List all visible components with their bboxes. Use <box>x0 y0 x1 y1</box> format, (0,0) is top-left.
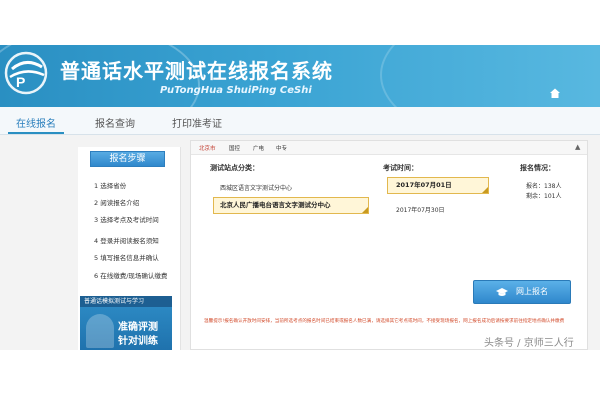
step-item[interactable]: 6 在线缴费/现场确认缴费 <box>94 270 167 280</box>
status-header: 报名情况： <box>520 164 555 172</box>
svg-text:P: P <box>16 74 25 90</box>
date-option-selected[interactable]: 2017年07月01日 <box>387 177 489 194</box>
online-signup-label: 网上报名 <box>516 287 548 296</box>
steps-title-button[interactable]: 报名步骤 <box>90 151 165 167</box>
ad-banner-line: 针对训练 <box>118 336 158 347</box>
step-item[interactable]: 1 选择省份 <box>94 180 126 190</box>
dates-header: 考试时间： <box>383 164 418 172</box>
watermark-text: 头条号 / 京师三人行 <box>484 338 574 349</box>
tab-signup-query[interactable]: 报名查询 <box>95 115 135 130</box>
date-option[interactable]: 2017年07月30日 <box>396 205 445 214</box>
center-option-label: 北京人民广播电台语言文字测试分中心 <box>220 201 331 209</box>
tab-print-ticket[interactable]: 打印准考证 <box>172 115 222 130</box>
page: P 普通话水平测试在线报名系统 PuTongHua ShuiPing CeShi… <box>0 0 600 400</box>
header-decoration <box>380 45 600 107</box>
step-item[interactable]: 4 登录并阅读报名须知 <box>94 235 159 245</box>
city-tab[interactable]: 广电 <box>253 144 264 152</box>
online-signup-button[interactable]: 网上报名 <box>473 280 571 304</box>
site-header: P 普通话水平测试在线报名系统 PuTongHua ShuiPing CeShi <box>0 45 600 107</box>
city-tab[interactable]: 中专 <box>276 144 287 152</box>
step-item[interactable]: 3 选择考点及考试时间 <box>94 214 159 224</box>
center-option[interactable]: 西城区语言文字测试分中心 <box>220 183 292 192</box>
active-tab-indicator <box>8 132 64 134</box>
center-option-selected[interactable]: 北京人民广播电台语言文字测试分中心 <box>213 197 369 214</box>
ad-banner[interactable]: 普通话模拟测试与学习 准确评测 针对训练 <box>80 296 172 350</box>
site-title: 普通话水平测试在线报名系统 <box>60 59 333 83</box>
tab-online-signup[interactable]: 在线报名 <box>16 115 56 130</box>
city-tabs: 北京市 国控 广电 中专 ▲ <box>191 141 587 155</box>
logo-icon: P <box>4 51 48 95</box>
home-icon[interactable] <box>549 87 561 99</box>
collapse-caret-icon[interactable]: ▲ <box>575 143 580 151</box>
selected-corner-icon <box>482 187 488 193</box>
ad-person-image <box>86 314 114 348</box>
ad-banner-line: 准确评测 <box>118 322 158 333</box>
main-nav: 在线报名 报名查询 打印准考证 <box>0 107 600 135</box>
date-option-label: 2017年07月01日 <box>396 181 452 189</box>
ad-banner-title: 普通话模拟测试与学习 <box>80 296 172 307</box>
graduation-cap-icon <box>496 288 508 296</box>
step-item[interactable]: 2 阅读报名介绍 <box>94 197 139 207</box>
site-subtitle: PuTongHua ShuiPing CeShi <box>160 85 312 96</box>
registered-count: 报名：138人 <box>526 183 562 190</box>
selected-corner-icon <box>362 207 368 213</box>
centers-header: 测试站点分类： <box>210 164 259 172</box>
footer-area <box>0 350 600 400</box>
notice-text: 温馨提示!报名确认开放时间安排，当前所选考点的报名时间已结束或报名人数已满，请选… <box>204 319 565 324</box>
city-tab[interactable]: 国控 <box>229 144 240 152</box>
remaining-count: 剩余：101人 <box>526 193 562 200</box>
step-item[interactable]: 5 填写报名信息并确认 <box>94 252 159 262</box>
city-tab[interactable]: 北京市 <box>199 144 216 152</box>
